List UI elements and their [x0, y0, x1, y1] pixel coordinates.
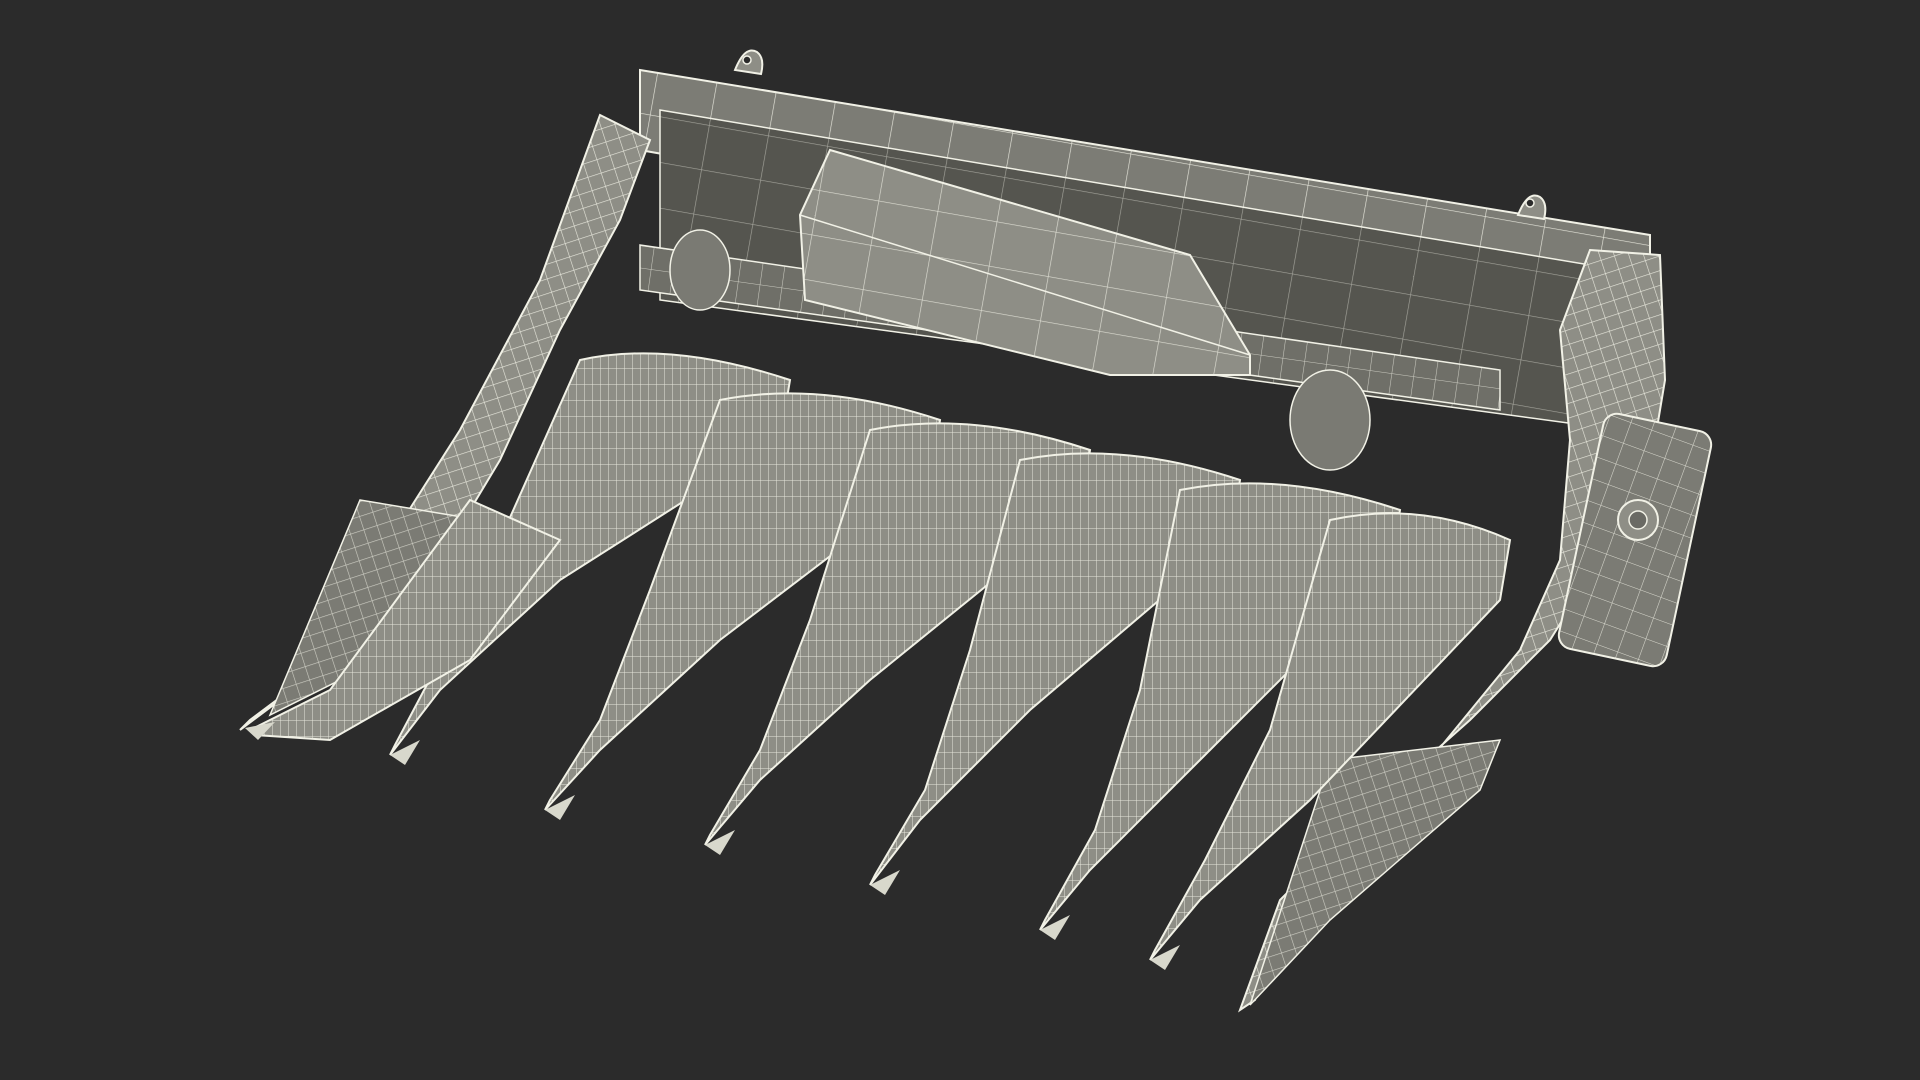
lift-hook-right — [1516, 194, 1547, 221]
corn-header-wireframe-render — [239, 49, 1713, 1013]
render-viewport — [0, 0, 1920, 1080]
lift-hook-left — [733, 49, 764, 76]
